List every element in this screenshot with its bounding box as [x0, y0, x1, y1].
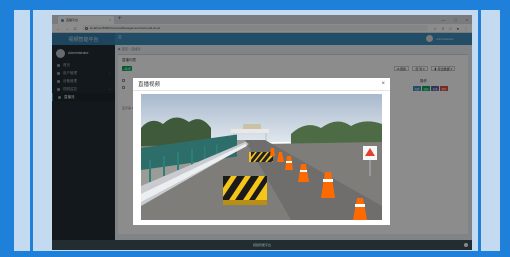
footer-text: 视频智能平台 [252, 243, 271, 247]
frame-accent [30, 6, 33, 251]
modal-header: 直播视频 × [133, 78, 390, 91]
frame-accent [450, 6, 481, 9]
status-indicator-icon [464, 243, 468, 247]
app-footer: 视频智能平台 [52, 240, 472, 250]
video-frame [141, 94, 382, 220]
video-player[interactable] [141, 94, 382, 220]
frame-accent [30, 6, 60, 9]
live-video-modal: 直播视频 × [133, 78, 390, 225]
modal-title: 直播视频 [138, 82, 161, 88]
frame-accent [478, 6, 481, 251]
browser-window: 直播平台 × + — □ × ← → C localhost:8080/Came… [52, 15, 472, 250]
close-icon[interactable]: × [381, 81, 385, 87]
